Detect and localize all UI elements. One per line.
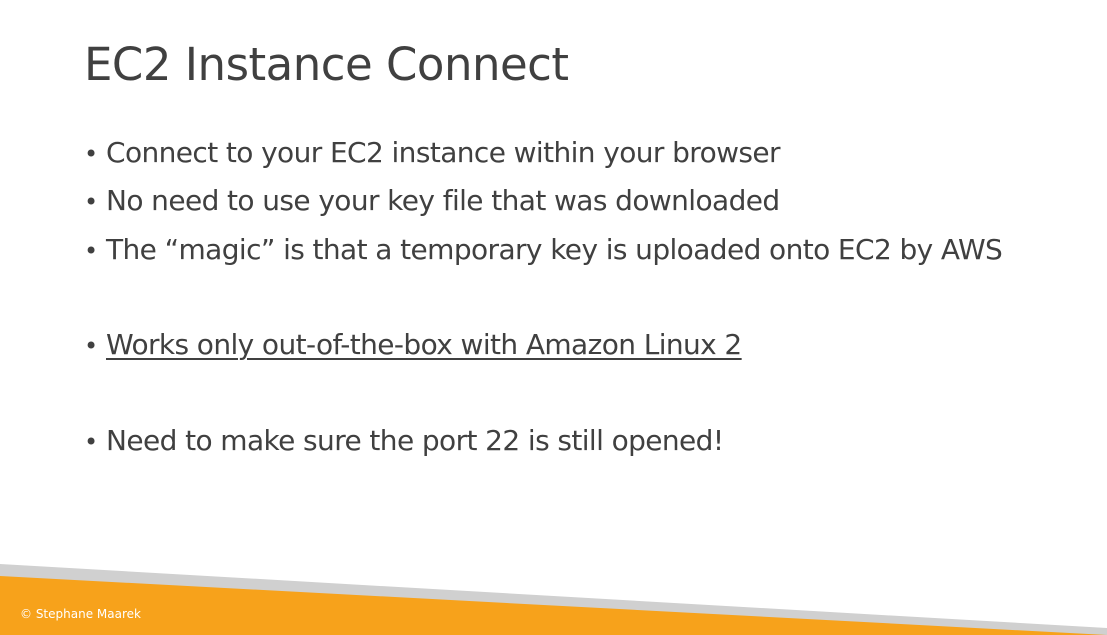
- bullet-text: The “magic” is that a temporary key is u…: [106, 233, 1003, 266]
- bullet-text: No need to use your key file that was do…: [106, 184, 780, 217]
- bullet-text-underlined: Works only out-of-the-box with Amazon Li…: [106, 328, 742, 361]
- bullet-marker: •: [84, 237, 98, 265]
- footer-decoration: [0, 564, 1107, 635]
- bullet-marker: •: [84, 428, 98, 456]
- bullet-text: Need to make sure the port 22 is still o…: [106, 424, 724, 457]
- bullet-item: • Connect to your EC2 instance within you…: [84, 136, 781, 171]
- copyright-text: © Stephane Maarek: [20, 607, 141, 621]
- bullet-item: • Need to make sure the port 22 is still …: [84, 424, 724, 459]
- slide: EC2 Instance Connect • Connect to your EC…: [0, 0, 1107, 635]
- bullet-marker: •: [84, 140, 98, 168]
- slide-title: EC2 Instance Connect: [84, 38, 569, 91]
- bullet-marker: •: [84, 332, 98, 360]
- bullet-item: • No need to use your key file that was d…: [84, 184, 780, 219]
- bullet-text: Connect to your EC2 instance within your…: [106, 136, 781, 169]
- bullet-marker: •: [84, 188, 98, 216]
- bullet-item: • The “magic” is that a temporary key is …: [84, 233, 1003, 268]
- bullet-item: • Works only out-of-the-box with Amazon L…: [84, 328, 742, 363]
